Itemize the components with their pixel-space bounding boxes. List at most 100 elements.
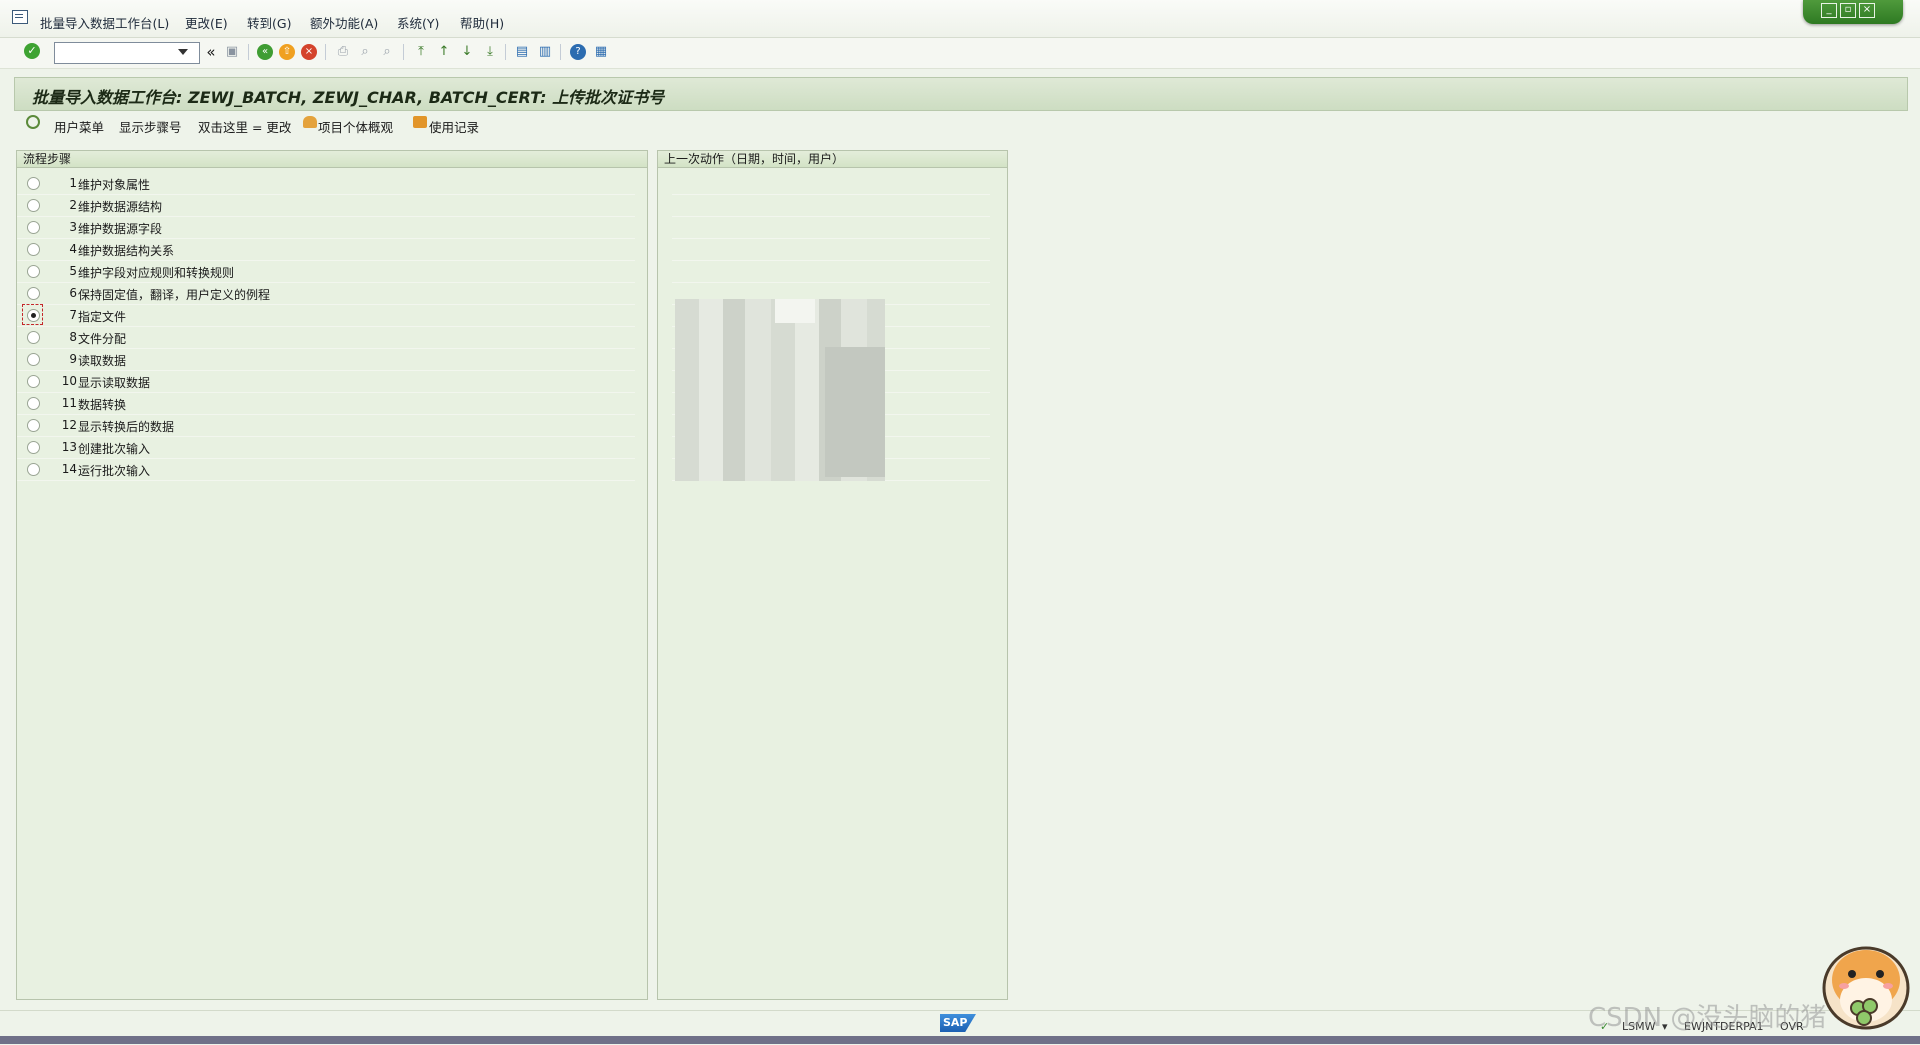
step-label[interactable]: 显示读取数据 [78, 374, 150, 391]
step-row-7[interactable]: 7 指定文件 [17, 304, 635, 327]
steps-panel-header: 流程步骤 [17, 151, 647, 168]
usage-log-icon [413, 116, 427, 128]
create-session-icon[interactable]: ▤ [513, 43, 531, 61]
step-row-3[interactable]: 3 维护数据源字段 [17, 217, 635, 239]
step-label[interactable]: 维护对象属性 [78, 176, 150, 193]
show-step-numbers-button[interactable]: 显示步骤号 [119, 117, 182, 136]
step-label[interactable]: 维护数据源字段 [78, 220, 162, 237]
layout-icon[interactable]: ▦ [592, 43, 610, 61]
step-radio[interactable] [27, 243, 40, 256]
cancel-icon[interactable]: × [301, 44, 317, 60]
minimize-icon[interactable]: _ [1821, 3, 1837, 18]
step-number: 10 [61, 374, 77, 388]
step-radio[interactable] [27, 375, 40, 388]
step-radio[interactable] [27, 441, 40, 454]
separator [248, 44, 249, 60]
step-radio[interactable] [27, 177, 40, 190]
step-row-14[interactable]: 14 运行批次输入 [17, 459, 635, 481]
step-radio[interactable] [27, 419, 40, 432]
help-icon[interactable]: ? [570, 44, 586, 60]
step-label[interactable]: 读取数据 [78, 352, 126, 369]
step-number: 8 [69, 330, 77, 344]
project-overview-icon [303, 116, 317, 128]
refresh-icon[interactable] [26, 115, 40, 129]
step-label[interactable]: 运行批次输入 [78, 462, 150, 479]
separator [403, 44, 404, 60]
step-row-1[interactable]: 1 维护对象属性 [17, 173, 635, 195]
last-action-row [672, 195, 990, 217]
restore-icon[interactable]: ▫ [1840, 3, 1856, 18]
separator [560, 44, 561, 60]
step-number: 5 [69, 264, 77, 278]
back-icon[interactable]: « [257, 44, 273, 60]
step-row-8[interactable]: 8 文件分配 [17, 327, 635, 349]
step-number: 1 [69, 176, 77, 190]
step-label[interactable]: 指定文件 [78, 308, 126, 325]
exit-icon[interactable]: ⇧ [279, 44, 295, 60]
step-radio[interactable] [27, 221, 40, 234]
separator [505, 44, 506, 60]
close-icon[interactable]: × [1859, 3, 1875, 18]
step-radio[interactable] [27, 463, 40, 476]
step-row-11[interactable]: 11 数据转换 [17, 393, 635, 415]
usage-log-button[interactable]: 使用记录 [429, 117, 479, 136]
step-number: 3 [69, 220, 77, 234]
double-click-change-button[interactable]: 双击这里 = 更改 [198, 117, 291, 136]
step-row-4[interactable]: 4 维护数据结构关系 [17, 239, 635, 261]
step-label[interactable]: 维护字段对应规则和转换规则 [78, 264, 234, 281]
menu-help[interactable]: 帮助(H) [460, 13, 504, 32]
step-label[interactable]: 创建批次输入 [78, 440, 150, 457]
step-row-10[interactable]: 10 显示读取数据 [17, 371, 635, 393]
step-row-13[interactable]: 13 创建批次输入 [17, 437, 635, 459]
window-controls: _ ▫ × [1803, 0, 1903, 24]
last-page-icon[interactable]: ⤓ [481, 43, 499, 61]
menu-extras[interactable]: 额外功能(A) [310, 13, 378, 32]
step-radio[interactable] [27, 309, 40, 322]
step-label[interactable]: 维护数据结构关系 [78, 242, 174, 259]
step-number: 9 [69, 352, 77, 366]
step-number: 6 [69, 286, 77, 300]
step-number: 4 [69, 242, 77, 256]
menu-edit[interactable]: 更改(E) [185, 13, 228, 32]
find-next-icon[interactable]: ⌕ [378, 43, 396, 61]
step-row-2[interactable]: 2 维护数据源结构 [17, 195, 635, 217]
collapse-icon[interactable]: « [202, 43, 220, 61]
last-action-row [672, 173, 990, 195]
step-label[interactable]: 保持固定值，翻译，用户定义的例程 [78, 286, 270, 303]
menu-lsmw[interactable]: 批量导入数据工作台(L) [40, 13, 169, 32]
page-title: 批量导入数据工作台: ZEWJ_BATCH, ZEWJ_CHAR, BATCH_… [32, 88, 665, 107]
next-page-icon[interactable]: ↓ [458, 43, 476, 61]
step-radio[interactable] [27, 265, 40, 278]
step-label[interactable]: 显示转换后的数据 [78, 418, 174, 435]
step-row-12[interactable]: 12 显示转换后的数据 [17, 415, 635, 437]
step-radio[interactable] [27, 397, 40, 410]
print-icon[interactable]: ⎙ [334, 43, 352, 61]
step-label[interactable]: 数据转换 [78, 396, 126, 413]
step-label[interactable]: 文件分配 [78, 330, 126, 347]
step-row-6[interactable]: 6 保持固定值，翻译，用户定义的例程 [17, 283, 635, 305]
shortcut-icon[interactable]: ▥ [536, 43, 554, 61]
step-row-5[interactable]: 5 维护字段对应规则和转换规则 [17, 261, 635, 283]
enter-icon[interactable]: ✓ [24, 43, 40, 59]
prev-page-icon[interactable]: ↑ [435, 43, 453, 61]
last-action-row [672, 239, 990, 261]
chevron-down-icon[interactable] [178, 49, 188, 55]
find-icon[interactable]: ⌕ [356, 43, 374, 61]
save-icon[interactable]: ▣ [223, 43, 241, 61]
step-label[interactable]: 维护数据源结构 [78, 198, 162, 215]
last-action-panel: 上一次动作（日期，时间，用户） [657, 150, 1008, 1000]
system-menu-icon[interactable] [12, 10, 28, 24]
step-number: 7 [69, 308, 77, 322]
menu-goto[interactable]: 转到(G) [247, 13, 291, 32]
menu-system[interactable]: 系统(Y) [397, 13, 439, 32]
step-radio[interactable] [27, 353, 40, 366]
step-radio[interactable] [27, 287, 40, 300]
project-overview-button[interactable]: 项目个体概观 [318, 117, 393, 136]
step-row-9[interactable]: 9 读取数据 [17, 349, 635, 371]
user-menu-button[interactable]: 用户菜单 [54, 117, 104, 136]
last-action-row [672, 261, 990, 283]
first-page-icon[interactable]: ⤒ [412, 43, 430, 61]
separator [325, 44, 326, 60]
step-radio[interactable] [27, 199, 40, 212]
step-radio[interactable] [27, 331, 40, 344]
